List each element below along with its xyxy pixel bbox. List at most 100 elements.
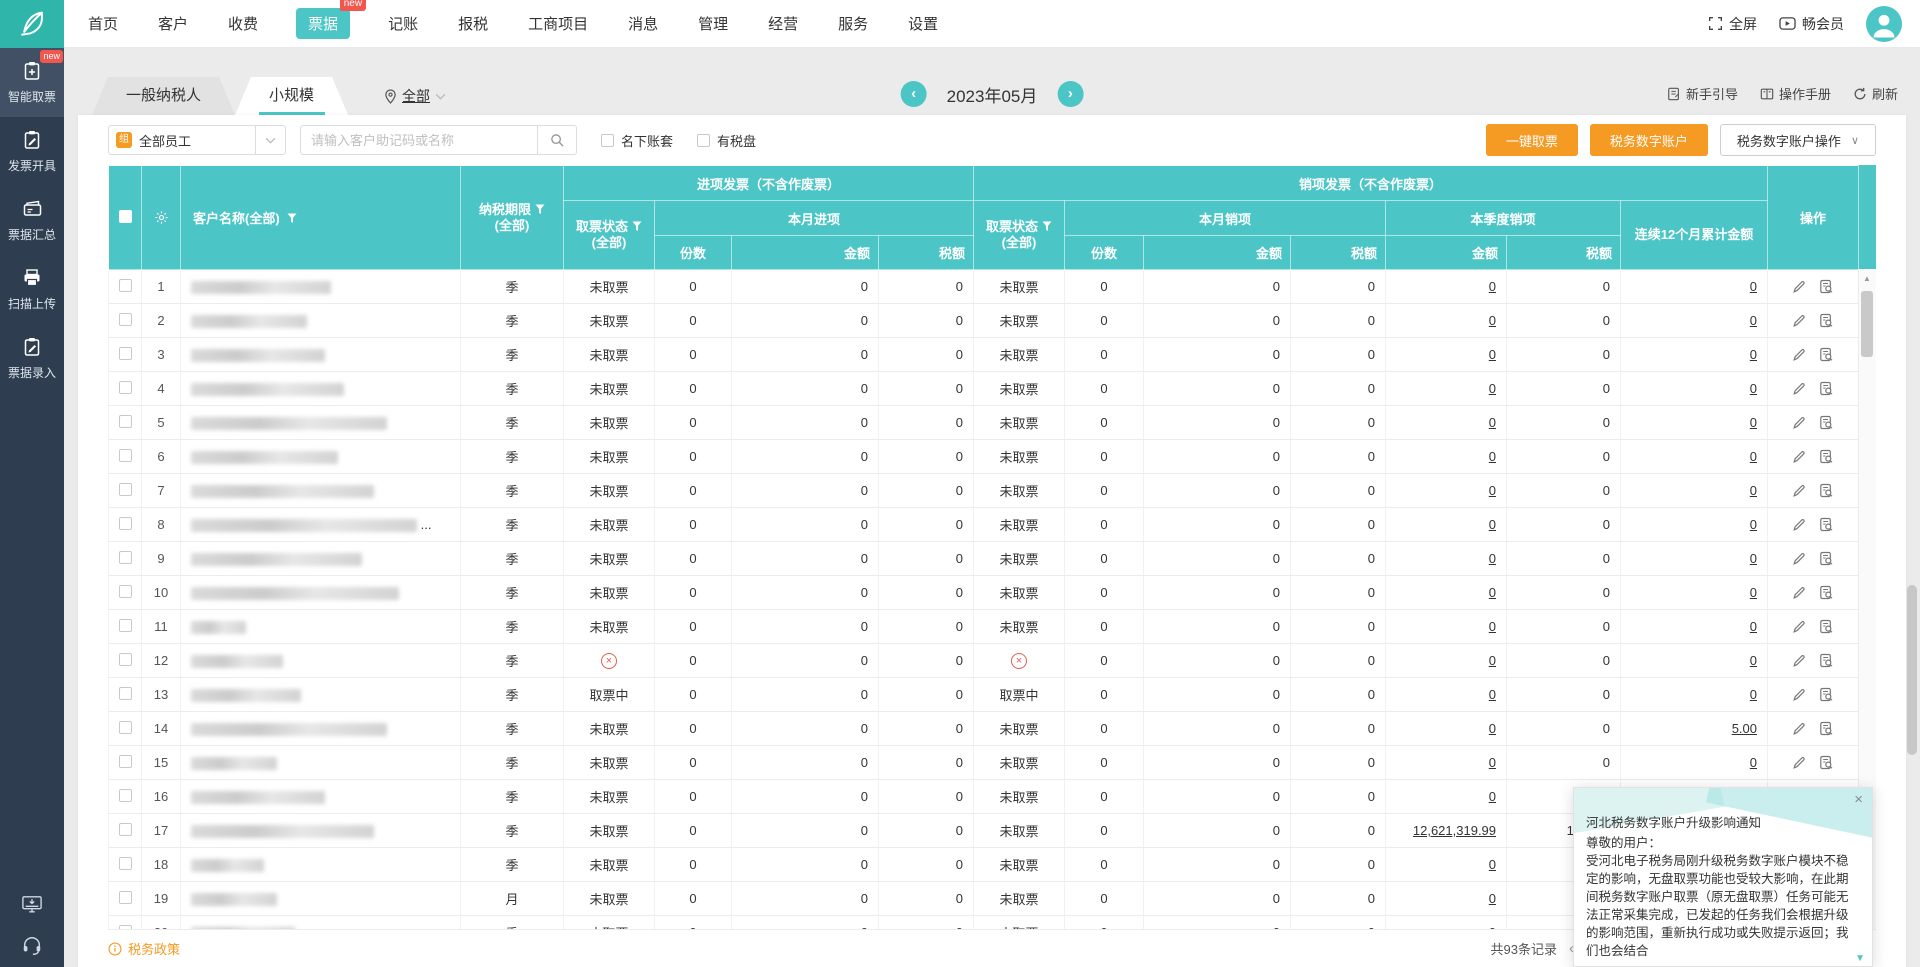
- one-click-fetch-button[interactable]: 一键取票: [1485, 124, 1578, 156]
- edit-icon[interactable]: [1792, 517, 1807, 532]
- y12-total-link[interactable]: 0: [1750, 415, 1757, 430]
- page-scrollbar-thumb[interactable]: [1907, 585, 1917, 755]
- view-invoice-icon[interactable]: [1819, 755, 1834, 770]
- view-invoice-icon[interactable]: [1819, 313, 1834, 328]
- sidebar-item-invoice-issuing[interactable]: 发票开具: [0, 117, 64, 186]
- row-checkbox[interactable]: [118, 754, 132, 768]
- row-checkbox[interactable]: [118, 346, 132, 360]
- header-out-fetch-status[interactable]: 取票状态 (全部): [973, 200, 1066, 270]
- y12-total-link[interactable]: 0: [1750, 313, 1757, 328]
- quarter-amount-link[interactable]: 0: [1489, 449, 1496, 464]
- row-checkbox[interactable]: [118, 414, 132, 428]
- quarter-amount-link[interactable]: 0: [1489, 857, 1496, 872]
- nav-item-operation[interactable]: 经营: [766, 8, 800, 39]
- edit-icon[interactable]: [1792, 415, 1807, 430]
- y12-total-link[interactable]: 0: [1750, 279, 1757, 294]
- row-checkbox[interactable]: [118, 516, 132, 530]
- edit-icon[interactable]: [1792, 347, 1807, 362]
- view-invoice-icon[interactable]: [1819, 653, 1834, 668]
- row-checkbox[interactable]: [118, 278, 132, 292]
- view-invoice-icon[interactable]: [1819, 687, 1834, 702]
- y12-total-link[interactable]: 0: [1750, 381, 1757, 396]
- view-invoice-icon[interactable]: [1819, 483, 1834, 498]
- y12-total-link[interactable]: 0: [1750, 755, 1757, 770]
- search-input[interactable]: [300, 125, 538, 155]
- header-customer-name[interactable]: 客户名称(全部): [180, 165, 461, 270]
- employee-select[interactable]: 组 全部员工: [108, 125, 286, 155]
- row-checkbox[interactable]: [118, 720, 132, 734]
- prev-month-button[interactable]: ‹: [900, 81, 927, 107]
- quarter-amount-link[interactable]: 0: [1489, 755, 1496, 770]
- close-icon[interactable]: ×: [1854, 791, 1863, 808]
- sidebar-item-invoice-summary[interactable]: 票据汇总: [0, 186, 64, 255]
- checkbox-own-accounts[interactable]: 名下账套: [601, 131, 673, 150]
- row-checkbox[interactable]: [118, 448, 132, 462]
- edit-icon[interactable]: [1792, 313, 1807, 328]
- quarter-amount-link[interactable]: 0: [1489, 619, 1496, 634]
- y12-total-link[interactable]: 0: [1750, 653, 1757, 668]
- edit-icon[interactable]: [1792, 449, 1807, 464]
- member-button[interactable]: 畅会员: [1779, 14, 1844, 34]
- filter-funnel-icon[interactable]: [1042, 221, 1052, 232]
- filter-funnel-icon[interactable]: [632, 221, 642, 232]
- row-checkbox[interactable]: [118, 652, 132, 666]
- y12-total-link[interactable]: 0: [1750, 551, 1757, 566]
- tab-small-scale[interactable]: 小规模: [235, 77, 348, 115]
- row-checkbox[interactable]: [118, 550, 132, 564]
- quarter-amount-link[interactable]: 0: [1489, 551, 1496, 566]
- y12-total-link[interactable]: 0: [1750, 347, 1757, 362]
- y12-total-link[interactable]: 0: [1750, 449, 1757, 464]
- client-download-icon[interactable]: [21, 895, 43, 915]
- quarter-amount-link[interactable]: 0: [1489, 415, 1496, 430]
- row-checkbox[interactable]: [118, 856, 132, 870]
- quarter-amount-link[interactable]: 0: [1489, 585, 1496, 600]
- nav-item-tax-filing[interactable]: 报税: [456, 8, 490, 39]
- select-all-checkbox[interactable]: [108, 165, 142, 270]
- quarter-amount-link[interactable]: 0: [1489, 517, 1496, 532]
- y12-total-link[interactable]: 0: [1750, 483, 1757, 498]
- quarter-amount-link[interactable]: 0: [1489, 789, 1496, 804]
- nav-item-fees[interactable]: 收费: [226, 8, 260, 39]
- edit-icon[interactable]: [1792, 483, 1807, 498]
- sidebar-item-invoice-entry[interactable]: 票据录入: [0, 324, 64, 393]
- quarter-amount-link[interactable]: 0: [1489, 483, 1496, 498]
- nav-item-bookkeeping[interactable]: 记账: [386, 8, 420, 39]
- search-button[interactable]: [537, 125, 577, 155]
- y12-total-link[interactable]: 0: [1750, 619, 1757, 634]
- row-checkbox[interactable]: [118, 788, 132, 802]
- edit-icon[interactable]: [1792, 687, 1807, 702]
- tax-policy-link[interactable]: 税务政策: [108, 939, 180, 958]
- quarter-amount-link[interactable]: 0: [1489, 687, 1496, 702]
- edit-icon[interactable]: [1792, 585, 1807, 600]
- view-invoice-icon[interactable]: [1819, 347, 1834, 362]
- next-month-button[interactable]: ›: [1057, 81, 1084, 107]
- quarter-amount-link[interactable]: 0: [1489, 721, 1496, 736]
- view-invoice-icon[interactable]: [1819, 619, 1834, 634]
- fullscreen-button[interactable]: 全屏: [1708, 14, 1757, 34]
- quarter-amount-link[interactable]: 0: [1489, 347, 1496, 362]
- nav-item-services[interactable]: 服务: [836, 8, 870, 39]
- quarter-amount-link[interactable]: 0: [1489, 381, 1496, 396]
- row-checkbox[interactable]: [118, 312, 132, 326]
- scroll-up-arrow[interactable]: ▲: [1858, 274, 1876, 283]
- scroll-more-icon[interactable]: ▼: [1855, 953, 1865, 964]
- tax-digital-account-button[interactable]: 税务数字账户: [1589, 124, 1708, 156]
- quarter-amount-link[interactable]: 0: [1489, 653, 1496, 668]
- row-checkbox[interactable]: [118, 482, 132, 496]
- y12-total-link[interactable]: 0: [1750, 517, 1757, 532]
- customer-service-icon[interactable]: [21, 935, 43, 957]
- view-invoice-icon[interactable]: [1819, 721, 1834, 736]
- row-checkbox[interactable]: [118, 890, 132, 904]
- manual-link[interactable]: 操作手册: [1760, 84, 1831, 103]
- view-invoice-icon[interactable]: [1819, 517, 1834, 532]
- header-tax-period[interactable]: 纳税期限 (全部): [460, 165, 564, 270]
- edit-icon[interactable]: [1792, 721, 1807, 736]
- view-invoice-icon[interactable]: [1819, 551, 1834, 566]
- view-invoice-icon[interactable]: [1819, 585, 1834, 600]
- header-in-fetch-status[interactable]: 取票状态 (全部): [563, 200, 655, 270]
- y12-total-link[interactable]: 0: [1750, 687, 1757, 702]
- row-checkbox[interactable]: [118, 924, 132, 929]
- nav-item-invoices[interactable]: 票据 new: [296, 0, 367, 39]
- edit-icon[interactable]: [1792, 619, 1807, 634]
- tax-digital-ops-dropdown[interactable]: 税务数字账户操作 ∨: [1719, 124, 1876, 156]
